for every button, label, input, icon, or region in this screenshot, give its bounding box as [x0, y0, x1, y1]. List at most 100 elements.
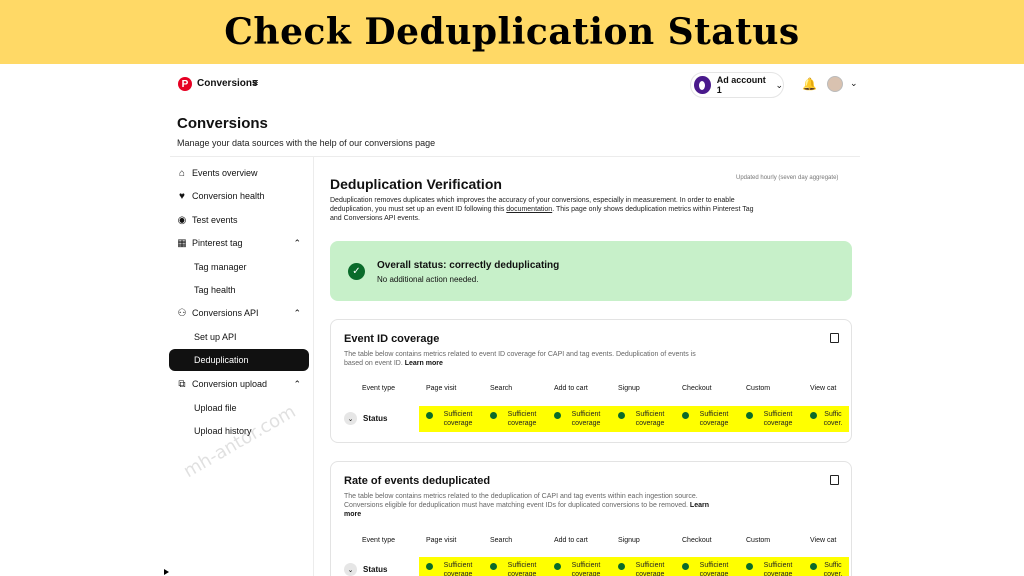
- check-circle-icon: [426, 563, 433, 570]
- account-avatar-icon: [694, 76, 711, 94]
- status-cell-text: Sufficient coverage: [443, 411, 473, 427]
- col-checkout: Checkout: [682, 537, 712, 544]
- status-cell-text: Sufficient coverage: [507, 411, 537, 427]
- status-cell-text: Sufficient coverage: [571, 562, 601, 576]
- page-subtitle: Manage your data sources with the help o…: [177, 138, 436, 148]
- status-cell-text: Sufficient coverage: [699, 411, 729, 427]
- tutorial-banner: Check Deduplication Status: [0, 0, 1024, 64]
- sidebar-item-deduplication[interactable]: Deduplication: [169, 349, 309, 371]
- status-cell-text: Sufficient coverage: [763, 562, 793, 576]
- chevron-down-icon[interactable]: ⌄: [344, 563, 357, 576]
- sidebar-item-events-overview[interactable]: ⌂ Events overview: [169, 162, 309, 184]
- chat-icon: ◉: [177, 214, 187, 226]
- mouse-cursor-icon: [164, 569, 169, 575]
- sidebar-item-label: Events overview: [192, 168, 258, 178]
- card-description: The table below contains metrics related…: [344, 492, 714, 519]
- chevron-down-icon: ⌄: [775, 79, 783, 90]
- status-cell: Sufficient coverage: [682, 410, 735, 428]
- check-circle-icon: [746, 563, 753, 570]
- pinterest-logo-icon[interactable]: P: [178, 77, 192, 91]
- chevron-up-icon[interactable]: ⌃: [293, 308, 301, 319]
- status-cell: Sufficient coverage: [554, 410, 607, 428]
- col-custom: Custom: [746, 537, 771, 544]
- chevron-down-icon[interactable]: ⌄: [344, 412, 357, 425]
- sidebar-item-conversion-upload[interactable]: ⧉ Conversion upload ⌃: [169, 373, 309, 395]
- documentation-link[interactable]: documentation: [506, 206, 552, 213]
- status-cell: Sufficient coverage: [426, 410, 479, 428]
- col-add-to-cart: Add to cart: [554, 385, 588, 392]
- sidebar-item-conversions-api[interactable]: ⚇ Conversions API ⌃: [169, 302, 309, 324]
- status-cell: Sufficient coverage: [618, 561, 671, 576]
- sidebar-item-pinterest-tag[interactable]: ▦ Pinterest tag ⌃: [169, 232, 309, 254]
- sidebar-item-label: Conversions API: [192, 308, 259, 318]
- ad-account-selector[interactable]: Ad account 1 ⌄: [690, 72, 784, 98]
- notifications-bell-icon[interactable]: 🔔: [802, 77, 817, 91]
- table-row: ⌄ Status Sufficient coverage Sufficient …: [331, 406, 851, 432]
- status-cell: Sufficient coverage: [490, 410, 543, 428]
- check-circle-icon: [682, 412, 689, 419]
- row-label: Status: [363, 565, 388, 574]
- table-header: Event type Page visit Search Add to cart…: [331, 385, 851, 397]
- update-frequency-note: Updated hourly (seven day aggregate): [736, 175, 839, 181]
- sidebar-item-conversion-health[interactable]: ♥ Conversion health: [169, 185, 309, 207]
- status-cell-text: Sufficient coverage: [571, 411, 601, 427]
- col-event-type: Event type: [362, 537, 396, 544]
- sidebar-item-set-up-api[interactable]: Set up API: [169, 326, 309, 348]
- brand-label[interactable]: Conversions: [197, 78, 258, 89]
- col-add-to-cart: Add to cart: [554, 537, 588, 544]
- row-label: Status: [363, 414, 388, 423]
- card-desc-text: The table below contains metrics related…: [344, 351, 696, 367]
- check-circle-icon: [554, 412, 561, 419]
- check-circle-icon: [810, 563, 817, 570]
- sidebar-item-label: Conversion upload: [192, 379, 268, 389]
- user-avatar[interactable]: [827, 76, 843, 92]
- sidebar-item-label: Test events: [192, 215, 238, 225]
- overall-status-title: Overall status: correctly deduplicating: [377, 260, 560, 271]
- check-circle-icon: [682, 563, 689, 570]
- sidebar-item-tag-manager[interactable]: Tag manager: [169, 256, 309, 278]
- chevron-up-icon[interactable]: ⌃: [293, 238, 301, 249]
- conversions-app: P Conversions ≡ Ad account 1 ⌄ 🔔 ⌄ Conve…: [0, 64, 1024, 576]
- home-icon: ⌂: [178, 167, 186, 179]
- table-row: ⌄ Status Sufficient coverage Sufficient …: [331, 557, 851, 576]
- ad-account-label: Ad account 1: [716, 75, 766, 95]
- status-cell: Sufficient coverage: [554, 561, 607, 576]
- status-cell: Sufficient coverage: [618, 410, 671, 428]
- status-cell-text: Sufficient coverage: [763, 411, 793, 427]
- page-title: Conversions: [177, 115, 268, 132]
- sidebar-item-test-events[interactable]: ◉ Test events: [169, 209, 309, 231]
- col-custom: Custom: [746, 385, 771, 392]
- status-cell-text: Sufficient coverage: [699, 562, 729, 576]
- card-title: Rate of events deduplicated: [344, 475, 491, 487]
- card-title: Event ID coverage: [344, 333, 440, 345]
- upload-icon: ⧉: [178, 378, 186, 390]
- status-cell-text: Sufficient coverage: [635, 411, 665, 427]
- check-circle-icon: [618, 563, 625, 570]
- section-description: Deduplication removes duplicates which i…: [330, 196, 760, 223]
- api-icon: ⚇: [177, 307, 187, 319]
- learn-more-link[interactable]: Learn more: [405, 360, 443, 367]
- sidebar-divider: [313, 156, 314, 576]
- card-desc-text: The table below contains metrics related…: [344, 493, 698, 509]
- menu-icon[interactable]: ≡: [252, 77, 258, 89]
- col-event-type: Event type: [362, 385, 396, 392]
- check-circle-icon: [490, 412, 497, 419]
- document-icon[interactable]: [830, 475, 839, 485]
- document-icon[interactable]: [830, 333, 839, 343]
- status-cell: Sufficient coverage: [490, 561, 543, 576]
- status-cell-text: Sufficient coverage: [507, 562, 537, 576]
- status-cell-text: Sufficient coverage: [443, 562, 473, 576]
- status-cell: Sufficient coverage: [746, 561, 799, 576]
- table-header: Event type Page visit Search Add to cart…: [331, 537, 851, 549]
- user-menu-chevron-icon[interactable]: ⌄: [850, 78, 858, 89]
- status-cell: Suffic cover.: [810, 561, 845, 576]
- chevron-up-icon[interactable]: ⌃: [293, 379, 301, 390]
- banner-title: Check Deduplication Status: [224, 11, 800, 53]
- sidebar-item-tag-health[interactable]: Tag health: [169, 279, 309, 301]
- check-circle-icon: [746, 412, 753, 419]
- status-cell: Sufficient coverage: [426, 561, 479, 576]
- overall-status-subtitle: No additional action needed.: [377, 275, 479, 284]
- sidebar-item-label: Pinterest tag: [192, 238, 243, 248]
- col-view-category: View cat: [810, 537, 837, 544]
- section-title: Deduplication Verification: [330, 176, 502, 192]
